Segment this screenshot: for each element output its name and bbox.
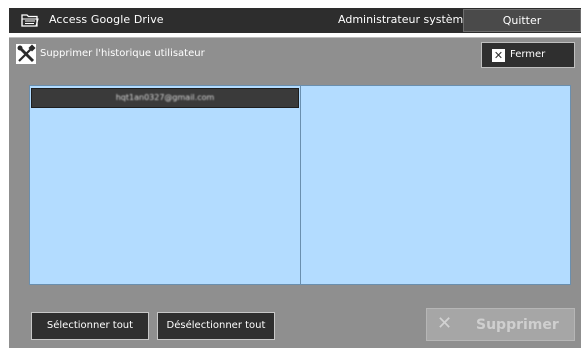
close-icon: ✕ — [492, 49, 505, 62]
deselect-all-button[interactable]: Désélectionner tout — [157, 312, 275, 340]
close-button[interactable]: ✕ Fermer — [481, 42, 575, 68]
user-label: Administrateur système — [338, 13, 471, 26]
select-all-button[interactable]: Sélectionner tout — [31, 312, 149, 340]
list-column-divider — [300, 86, 301, 284]
tools-icon — [16, 44, 36, 64]
top-bar: Access Google Drive Administrateur systè… — [9, 8, 581, 33]
main-panel: hqt1an0327@gmail.com Sélectionner tout D… — [9, 71, 581, 348]
list-item-label: hqt1an0327@gmail.com — [115, 93, 215, 102]
app-root: Access Google Drive Administrateur systè… — [0, 0, 588, 354]
close-button-label: Fermer — [510, 49, 546, 60]
quit-button[interactable]: Quitter — [463, 9, 581, 32]
app-title: Access Google Drive — [49, 13, 164, 26]
delete-icon: ✕ — [437, 313, 453, 334]
delete-button-label: Supprimer — [476, 317, 559, 333]
user-history-list[interactable]: hqt1an0327@gmail.com — [29, 85, 571, 285]
dialog-header: Supprimer l'historique utilisateur ✕ Fer… — [9, 37, 581, 71]
delete-button[interactable]: ✕ Supprimer — [426, 308, 575, 341]
dialog-title: Supprimer l'historique utilisateur — [40, 48, 205, 59]
list-item[interactable]: hqt1an0327@gmail.com — [31, 88, 299, 108]
folder-icon — [21, 12, 39, 28]
